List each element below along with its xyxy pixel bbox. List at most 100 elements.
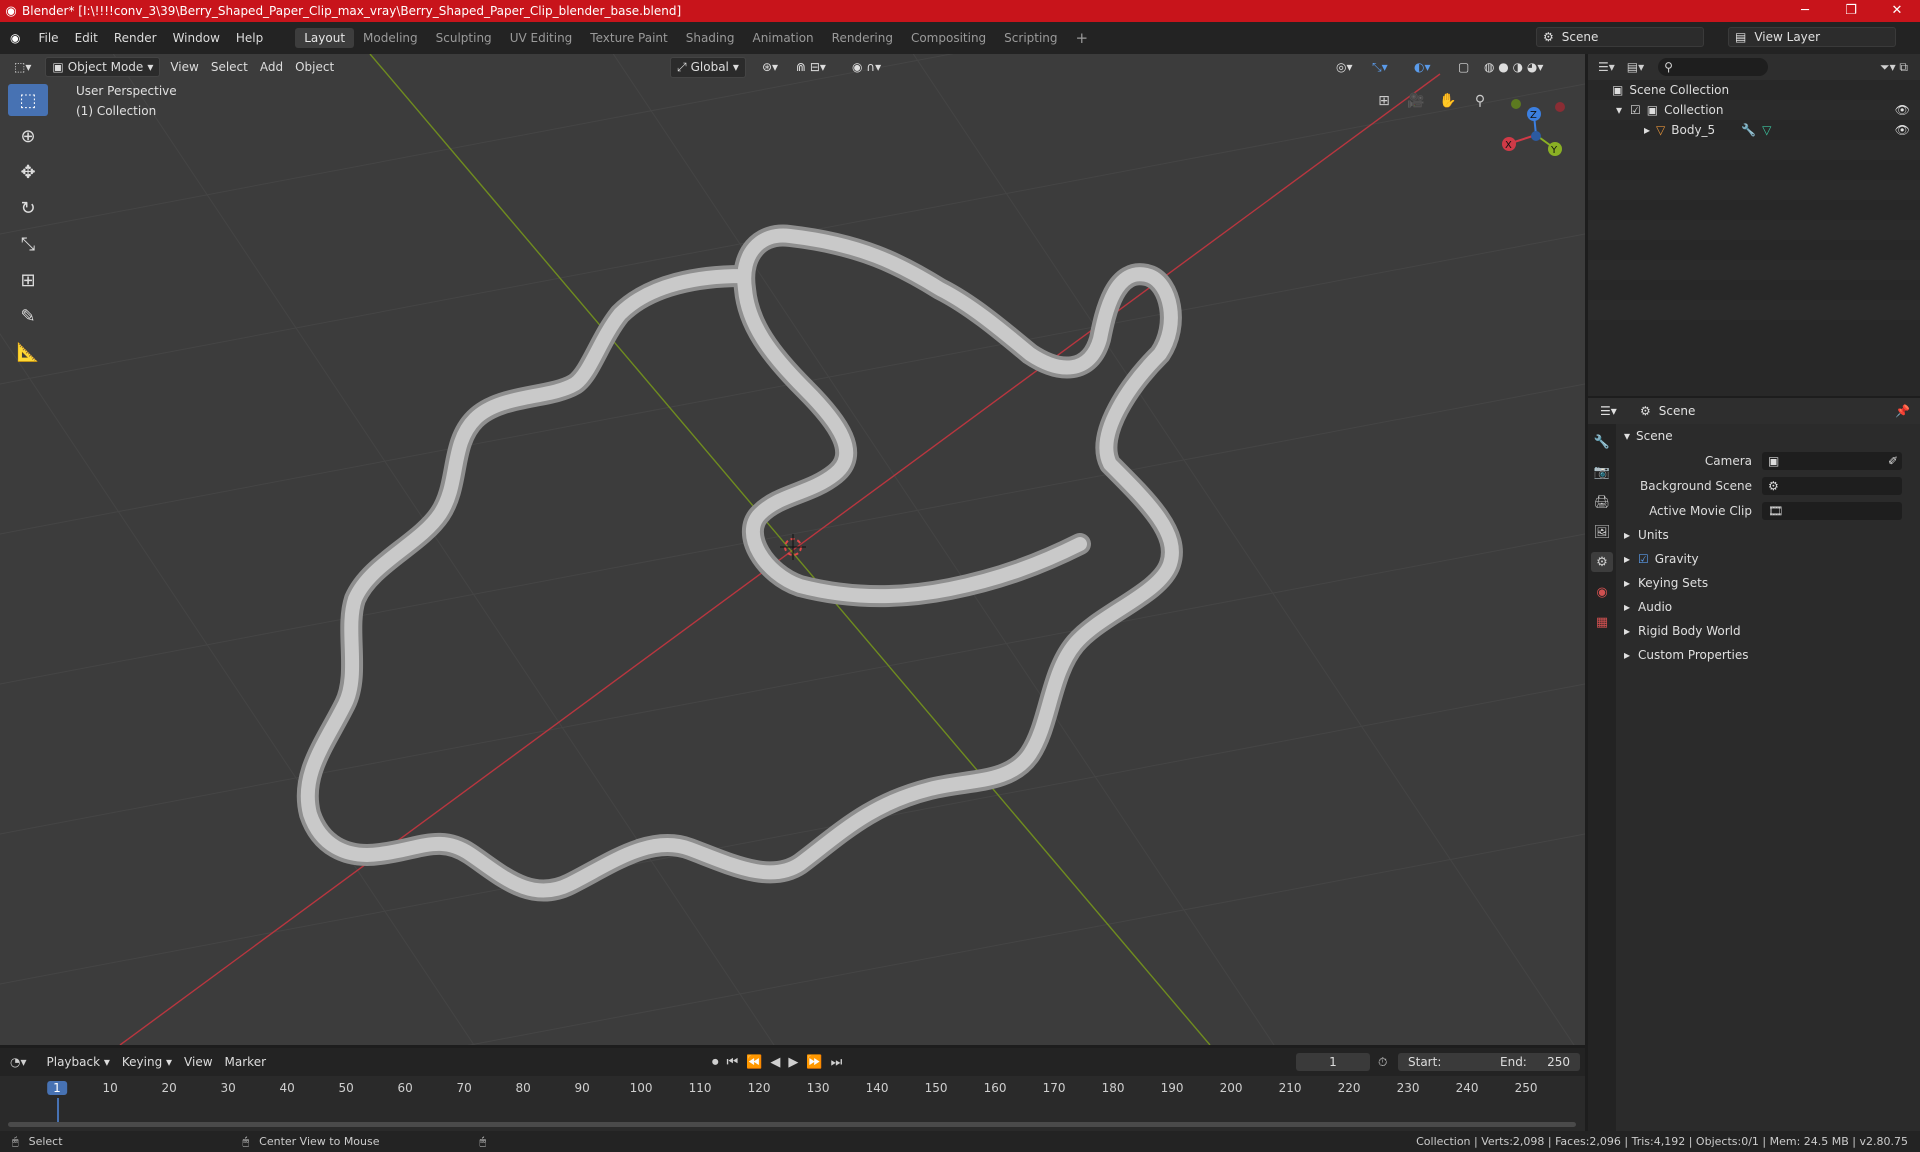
cursor-tool-icon[interactable]: ⊕ bbox=[8, 120, 48, 152]
end-frame-field[interactable]: End: 250 bbox=[1490, 1053, 1580, 1071]
custom-properties-section[interactable]: ▸ Custom Properties bbox=[1616, 643, 1920, 667]
pivot-icon[interactable]: ⊛▾ bbox=[756, 58, 784, 76]
menu-window[interactable]: Window bbox=[165, 31, 228, 45]
keying-sets-section[interactable]: ▸ Keying Sets bbox=[1616, 571, 1920, 595]
tree-row-body-5[interactable]: ▸ ▽ Body_5 🔧 ▽ 👁 bbox=[1588, 120, 1920, 140]
pin-icon[interactable]: 📌 bbox=[1895, 404, 1910, 418]
timeline-scrollbar[interactable] bbox=[8, 1122, 1576, 1127]
tree-row-scene-collection[interactable]: ▣ Scene Collection bbox=[1588, 80, 1920, 100]
timeline-menu-playback[interactable]: Playback ▾ bbox=[41, 1053, 116, 1071]
visibility-eye-icon[interactable]: 👁 bbox=[1895, 103, 1910, 117]
gravity-checkbox[interactable]: ☑ bbox=[1638, 552, 1649, 566]
expand-arrow-icon[interactable]: ▸ bbox=[1644, 123, 1650, 137]
blender-menu-icon[interactable]: ◉ bbox=[0, 31, 30, 45]
select-box-tool-icon[interactable]: ⬚ bbox=[8, 84, 48, 116]
expand-arrow-icon[interactable]: ▾ bbox=[1616, 103, 1622, 117]
play-reverse-icon[interactable]: ◀ bbox=[770, 1055, 780, 1070]
timeline-menu-keying[interactable]: Keying ▾ bbox=[116, 1053, 178, 1071]
tab-shading[interactable]: Shading bbox=[677, 28, 744, 48]
menu-help[interactable]: Help bbox=[228, 31, 271, 45]
next-keyframe-icon[interactable]: ⏩ bbox=[806, 1055, 822, 1070]
view-layer-selector[interactable]: ▤ View Layer bbox=[1728, 27, 1896, 47]
viewport-menu-view[interactable]: View bbox=[164, 58, 204, 76]
outliner-editor-icon[interactable]: ☰▾ bbox=[1598, 60, 1615, 74]
scene-section-header[interactable]: ▾ Scene bbox=[1616, 424, 1920, 448]
menu-edit[interactable]: Edit bbox=[67, 31, 106, 45]
menu-file[interactable]: File bbox=[30, 31, 66, 45]
3d-viewport[interactable]: X Y Z ⬚▾ ▣ Object Mode ▾ View Select Add… bbox=[0, 54, 1585, 1045]
texture-tab-icon[interactable]: ▦ bbox=[1591, 612, 1613, 632]
jump-start-icon[interactable]: ⏮ bbox=[727, 1055, 739, 1070]
active-movie-clip-field[interactable]: 🎞 bbox=[1762, 501, 1902, 520]
annotate-tool-icon[interactable]: ✎ bbox=[8, 300, 48, 332]
menu-render[interactable]: Render bbox=[106, 31, 165, 45]
outliner-search-input[interactable]: ⚲ bbox=[1658, 58, 1769, 76]
scale-tool-icon[interactable]: ⤡ bbox=[8, 228, 48, 260]
tab-uv-editing[interactable]: UV Editing bbox=[501, 28, 582, 48]
camera-field[interactable]: ▣ ✐ bbox=[1762, 451, 1902, 470]
gravity-section[interactable]: ▸ ☑ Gravity bbox=[1616, 547, 1920, 571]
transform-tool-icon[interactable]: ⊞ bbox=[8, 264, 48, 296]
collection-checkbox[interactable]: ☑ bbox=[1630, 103, 1641, 117]
background-scene-field[interactable]: ⚙ bbox=[1762, 476, 1902, 495]
maximize-button[interactable]: ❐ bbox=[1828, 0, 1874, 22]
prev-keyframe-icon[interactable]: ⏪ bbox=[746, 1055, 762, 1070]
shading-modes-icon[interactable]: ◍ ● ◑ ◕▾ bbox=[1478, 58, 1549, 76]
rotate-tool-icon[interactable]: ↻ bbox=[8, 192, 48, 224]
tree-row-collection[interactable]: ▾ ☑ ▣ Collection 👁 bbox=[1588, 100, 1920, 120]
tab-modeling[interactable]: Modeling bbox=[354, 28, 427, 48]
move-tool-icon[interactable]: ✥ bbox=[8, 156, 48, 188]
minimize-button[interactable]: ─ bbox=[1782, 0, 1828, 22]
overlay-toggle-icon[interactable]: ◐▾ bbox=[1408, 58, 1437, 76]
orientation-dropdown[interactable]: ⤢ Global ▾ bbox=[670, 56, 746, 78]
tab-animation[interactable]: Animation bbox=[743, 28, 822, 48]
eyedropper-icon[interactable]: ✐ bbox=[1888, 454, 1898, 468]
pan-hand-icon[interactable]: ✋ bbox=[1435, 88, 1461, 114]
scene-tab-icon[interactable]: ⚙ bbox=[1591, 552, 1613, 572]
stopwatch-icon[interactable]: ⏱ bbox=[1378, 1055, 1387, 1070]
timeline-editor-icon[interactable]: ◔▾ bbox=[10, 1055, 27, 1069]
frame-ruler[interactable]: 1 10 20 30 40 50 60 70 80 90 100 110 120 130 140 150 160… bbox=[0, 1078, 1585, 1122]
grid-view-icon[interactable]: ⊞ bbox=[1371, 88, 1397, 114]
timeline-menu-view[interactable]: View bbox=[178, 1053, 218, 1071]
tab-sculpting[interactable]: Sculpting bbox=[427, 28, 501, 48]
tab-compositing[interactable]: Compositing bbox=[902, 28, 995, 48]
filter-icon[interactable]: ⏷▾ ⧉ bbox=[1880, 60, 1908, 75]
playhead-line[interactable] bbox=[57, 1098, 59, 1122]
camera-view-icon[interactable]: 🎥 bbox=[1403, 88, 1429, 114]
tab-texture-paint[interactable]: Texture Paint bbox=[581, 28, 676, 48]
render-tab-icon[interactable]: 📷 bbox=[1591, 462, 1613, 482]
scene-selector[interactable]: ⚙ Scene bbox=[1536, 27, 1704, 47]
navigation-gizmo[interactable]: X Y Z bbox=[1502, 99, 1565, 156]
rigid-body-world-section[interactable]: ▸ Rigid Body World bbox=[1616, 619, 1920, 643]
snap-icon[interactable]: ⋒ ⊟▾ bbox=[790, 58, 832, 76]
viewport-menu-add[interactable]: Add bbox=[254, 58, 289, 76]
output-tab-icon[interactable]: 🖨 bbox=[1591, 492, 1613, 512]
tab-layout[interactable]: Layout bbox=[295, 28, 355, 48]
audio-section[interactable]: ▸ Audio bbox=[1616, 595, 1920, 619]
zoom-icon[interactable]: ⚲ bbox=[1467, 88, 1493, 114]
add-workspace-button[interactable]: + bbox=[1067, 26, 1098, 50]
play-icon[interactable]: ▶ bbox=[788, 1055, 798, 1070]
object-mode-dropdown[interactable]: ▣ Object Mode ▾ bbox=[45, 57, 161, 77]
units-section[interactable]: ▸ Units bbox=[1616, 523, 1920, 547]
properties-editor-icon[interactable]: ☰▾ bbox=[1600, 404, 1617, 418]
tab-scripting[interactable]: Scripting bbox=[995, 28, 1066, 48]
tool-tab-icon[interactable]: 🔧 bbox=[1591, 432, 1613, 452]
visibility-eye-icon[interactable]: 👁 bbox=[1895, 123, 1910, 137]
gizmo-toggle-icon[interactable]: ⤡▾ bbox=[1366, 58, 1394, 77]
viewport-menu-select[interactable]: Select bbox=[205, 58, 254, 76]
proportional-edit-icon[interactable]: ◉ ∩▾ bbox=[846, 58, 887, 76]
timeline-menu-marker[interactable]: Marker bbox=[219, 1053, 272, 1071]
visibility-icon[interactable]: ◎▾ bbox=[1330, 58, 1359, 76]
viewport-menu-object[interactable]: Object bbox=[289, 58, 340, 76]
record-icon[interactable]: ⏺ bbox=[712, 1055, 719, 1070]
xray-icon[interactable]: ▢ bbox=[1452, 58, 1475, 76]
current-frame-field[interactable]: 1 bbox=[1296, 1053, 1370, 1071]
tab-rendering[interactable]: Rendering bbox=[823, 28, 902, 48]
world-tab-icon[interactable]: ◉ bbox=[1591, 582, 1613, 602]
view-layer-tab-icon[interactable]: 🖼 bbox=[1591, 522, 1613, 542]
display-mode-icon[interactable]: ▤▾ bbox=[1627, 60, 1644, 74]
jump-end-icon[interactable]: ⏭ bbox=[831, 1055, 843, 1070]
close-button[interactable]: ✕ bbox=[1874, 0, 1920, 22]
